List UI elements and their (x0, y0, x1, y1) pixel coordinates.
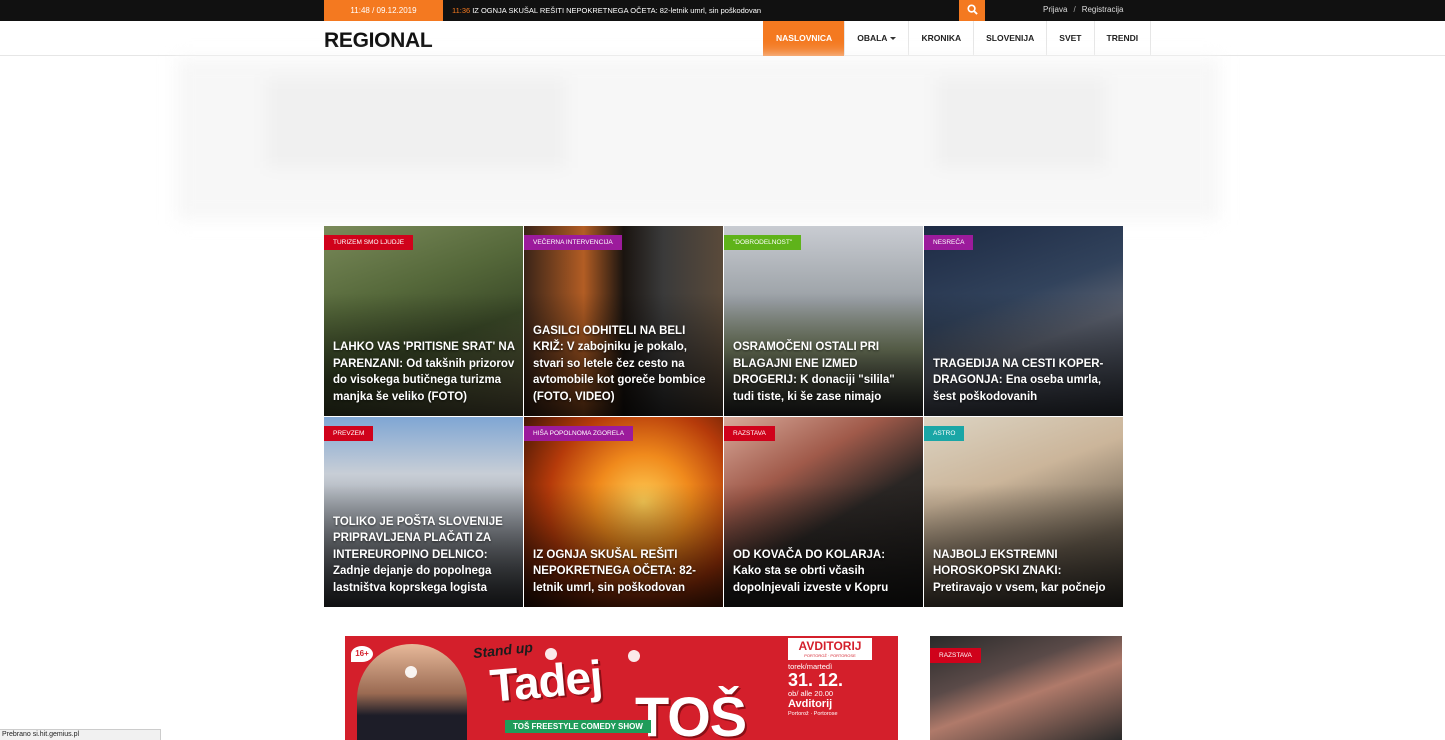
banner-city: Portorož · Portorose (788, 711, 838, 717)
search-button[interactable] (959, 0, 985, 21)
side-article-card[interactable]: RAZSTAVA (930, 636, 1122, 740)
age-rating-badge: 16+ (351, 646, 373, 662)
nav-item-label: OBALA (857, 33, 888, 43)
article-title[interactable]: OD KOVAČA DO KOLARJA: Kako sta se obrti … (733, 547, 915, 597)
article-card[interactable]: ASTRO NAJBOLJ EKSTREMNI HOROSKOPSKI ZNAK… (924, 417, 1123, 607)
category-badge[interactable]: VEČERNA INTERVENCIJA (524, 235, 622, 250)
ad-block (266, 78, 566, 168)
nav-item-slovenija[interactable]: SLOVENIJA (973, 21, 1046, 56)
venue-name: AVDITORIJ (798, 639, 862, 653)
chevron-down-icon (890, 37, 897, 41)
nav-item-kronika[interactable]: KRONIKA (908, 21, 973, 56)
article-title[interactable]: IZ OGNJA SKUŠAL REŠITI NEPOKRETNEGA OČET… (533, 547, 715, 597)
nav-item-obala[interactable]: OBALA (844, 21, 908, 56)
ticker-time: 11:36 (452, 6, 471, 15)
article-card[interactable]: TURIZEM SMO LJUDJE LAHKO VAS 'PRITISNE S… (324, 226, 523, 416)
auth-separator: / (1073, 5, 1076, 14)
banner-show-title: TOŠ FREESTYLE COMEDY SHOW (505, 720, 651, 733)
category-badge[interactable]: HIŠA POPOLNOMA ZGORELA (524, 426, 634, 441)
article-title[interactable]: GASILCI ODHITELI NA BELI KRIŽ: V zabojni… (533, 323, 715, 406)
nav-item-naslovnica[interactable]: NASLOVNICA (763, 21, 845, 56)
browser-status-bar: Prebrano si.hit.gemius.pl (0, 729, 161, 740)
current-datetime: 11:48 / 09.12.2019 (324, 0, 443, 21)
nav-item-svet[interactable]: SVET (1046, 21, 1093, 56)
article-card[interactable]: PREVZEM TOLIKO JE POŠTA SLOVENIJE PRIPRA… (324, 417, 523, 607)
article-card[interactable]: VEČERNA INTERVENCIJA GASILCI ODHITELI NA… (524, 226, 723, 416)
article-card[interactable]: HIŠA POPOLNOMA ZGORELA IZ OGNJA SKUŠAL R… (524, 417, 723, 607)
category-badge[interactable]: NESREČA (924, 235, 974, 250)
article-title[interactable]: TRAGEDIJA NA CESTI KOPER-DRAGONJA: Ena o… (933, 356, 1115, 406)
category-badge[interactable]: RAZSTAVA (724, 426, 775, 441)
site-logo[interactable]: REGIONAL (324, 29, 433, 53)
search-icon (966, 2, 978, 20)
article-title[interactable]: OSRAMOČENI OSTALI PRI BLAGAJNI ENE IZMED… (733, 339, 915, 405)
venue-sub: PORTOROŽ · PORTOROSE (804, 653, 856, 658)
event-banner-ad[interactable]: 16+ Stand up Tadej TOŠ TOŠ FREESTYLE COM… (345, 636, 898, 740)
auth-links: Prijava / Registracija (1043, 0, 1123, 21)
category-badge[interactable]: ASTRO (924, 426, 965, 441)
nav-item-trendi[interactable]: TRENDI (1093, 21, 1152, 56)
banner-venue-logo: AVDITORIJ PORTOROŽ · PORTOROSE (788, 638, 872, 660)
login-link[interactable]: Prijava (1043, 5, 1067, 14)
category-badge[interactable]: "DOBRODELNOST" (724, 235, 802, 250)
ad-block (936, 78, 1106, 168)
article-card[interactable]: NESREČA TRAGEDIJA NA CESTI KOPER-DRAGONJ… (924, 226, 1123, 416)
featured-articles-grid: TURIZEM SMO LJUDJE LAHKO VAS 'PRITISNE S… (324, 226, 1123, 607)
banner-date: 31. 12. (788, 670, 844, 690)
banner-name: Tadej (487, 650, 604, 712)
article-title[interactable]: LAHKO VAS 'PRITISNE SRAT' NA PARENZANI: … (333, 339, 515, 405)
banner-place: Avditorij (788, 698, 833, 710)
top-bar: 11:48 / 09.12.2019 11:36 IZ OGNJA SKUŠAL … (0, 0, 1445, 21)
article-title[interactable]: TOLIKO JE POŠTA SLOVENIJE PRIPRAVLJENA P… (333, 514, 515, 597)
ad-placeholder (176, 58, 1220, 220)
article-card[interactable]: RAZSTAVA OD KOVAČA DO KOLARJA: Kako sta … (724, 417, 923, 607)
ornament-icon (405, 666, 417, 678)
category-badge[interactable]: RAZSTAVA (930, 648, 981, 663)
article-title[interactable]: NAJBOLJ EKSTREMNI HOROSKOPSKI ZNAKI: Pre… (933, 547, 1115, 597)
ticker-headline[interactable]: IZ OGNJA SKUŠAL REŠITI NEPOKRETNEGA OČET… (472, 6, 761, 15)
article-card[interactable]: "DOBRODELNOST" OSRAMOČENI OSTALI PRI BLA… (724, 226, 923, 416)
site-header: REGIONAL NASLOVNICA OBALA KRONIKA SLOVEN… (0, 21, 1445, 56)
banner-surname: TOŠ (635, 685, 747, 740)
category-badge[interactable]: PREVZEM (324, 426, 374, 441)
news-ticker[interactable]: 11:36 IZ OGNJA SKUŠAL REŠITI NEPOKRETNEGA… (452, 0, 761, 21)
register-link[interactable]: Registracija (1082, 5, 1124, 14)
banner-time: ob/ alle 20.00 (788, 689, 834, 698)
category-badge[interactable]: TURIZEM SMO LJUDJE (324, 235, 414, 250)
performer-photo (357, 644, 467, 740)
ornament-icon (628, 650, 640, 662)
main-nav: NASLOVNICA OBALA KRONIKA SLOVENIJA SVET … (763, 21, 1152, 56)
